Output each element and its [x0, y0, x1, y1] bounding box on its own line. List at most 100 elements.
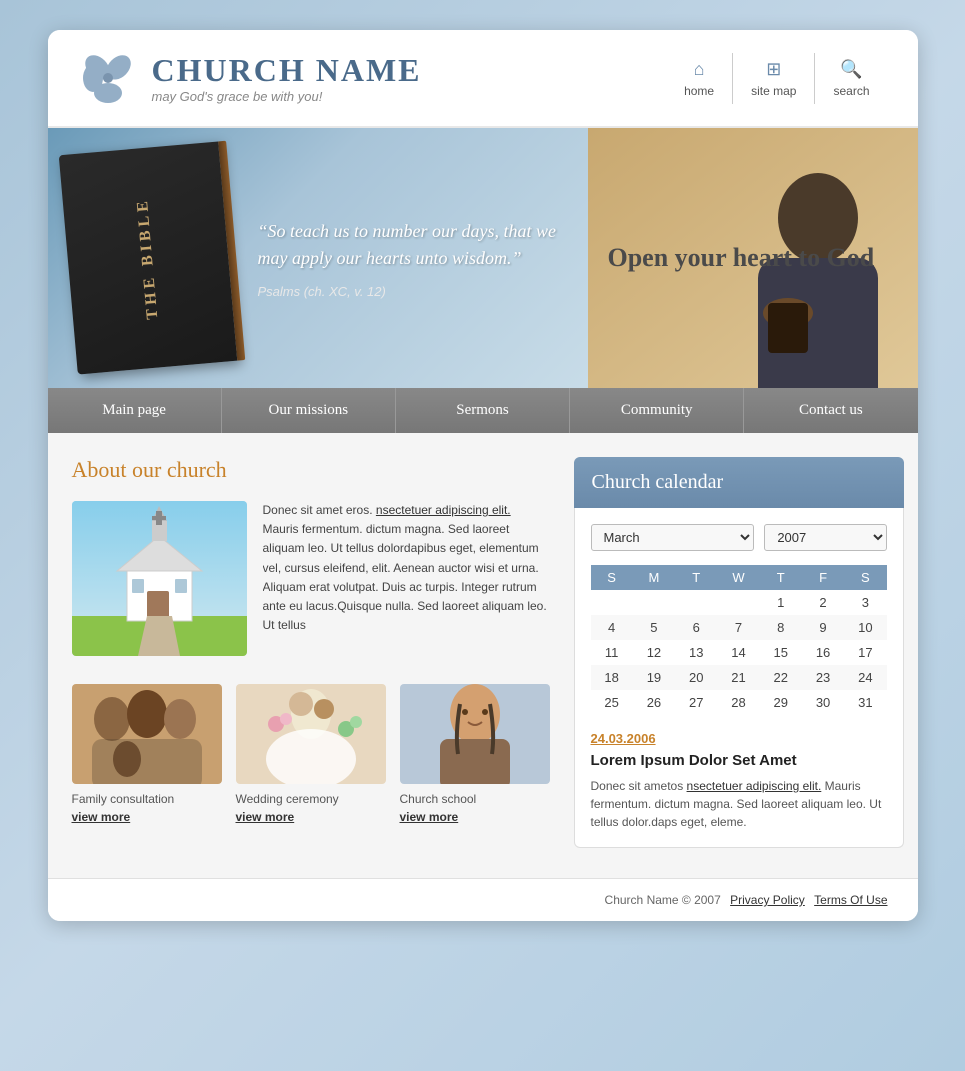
wedding-view-more[interactable]: view more [236, 810, 295, 824]
calendar-day[interactable]: 18 [591, 665, 633, 690]
nav-home[interactable]: ⌂ home [666, 53, 732, 104]
calendar-day[interactable]: 13 [675, 640, 717, 665]
copyright: Church Name © 2007 [605, 893, 721, 907]
about-link-1[interactable]: nsectetuer adipiscing elit. [376, 503, 511, 517]
calendar-day [675, 590, 717, 615]
calendar-day[interactable]: 26 [633, 690, 675, 715]
calendar-body: March 2007 S M T W T F [574, 508, 904, 848]
header-left: CHURCH NAME may God's grace be with you! [78, 48, 422, 108]
thumb-wedding: Wedding ceremony view more [236, 684, 386, 824]
calendar-day[interactable]: 25 [591, 690, 633, 715]
about-title: About our church [72, 457, 550, 483]
calendar-day[interactable]: 15 [760, 640, 802, 665]
hero-right-text: Open your heart to God [608, 241, 875, 275]
calendar-day[interactable]: 1 [760, 590, 802, 615]
calendar-day [717, 590, 759, 615]
day-f: F [802, 565, 844, 590]
calendar-row: 123 [591, 590, 887, 615]
thumb-family: Family consultation view more [72, 684, 222, 824]
family-photo [72, 684, 222, 784]
hero-quote: “So teach us to number our days, that we… [228, 198, 588, 319]
hero-left: THE BIBLE “So teach us to number our day… [48, 128, 588, 388]
school-label: Church school [400, 792, 477, 806]
year-select[interactable]: 2007 [764, 524, 886, 551]
header-text: CHURCH NAME may God's grace be with you! [152, 52, 422, 104]
calendar-day[interactable]: 7 [717, 615, 759, 640]
calendar-day[interactable]: 14 [717, 640, 759, 665]
about-text: Donec sit amet eros. nsectetuer adipisci… [263, 501, 550, 635]
calendar-table: S M T W T F S 12345678910111213141516171… [591, 565, 887, 715]
school-view-more[interactable]: view more [400, 810, 459, 824]
calendar-day[interactable]: 29 [760, 690, 802, 715]
day-s1: S [591, 565, 633, 590]
event-text-link[interactable]: nsectetuer adipiscing elit. [687, 779, 822, 793]
privacy-link[interactable]: Privacy Policy [730, 893, 805, 907]
calendar-day[interactable]: 21 [717, 665, 759, 690]
nav-sermons[interactable]: Sermons [396, 388, 570, 433]
calendar-day[interactable]: 3 [844, 590, 886, 615]
month-select[interactable]: March [591, 524, 755, 551]
page-wrapper: CHURCH NAME may God's grace be with you!… [48, 30, 918, 921]
calendar-day[interactable]: 12 [633, 640, 675, 665]
calendar-day[interactable]: 6 [675, 615, 717, 640]
hero-quote-text: “So teach us to number our days, that we… [258, 218, 558, 272]
calendar-day[interactable]: 19 [633, 665, 675, 690]
nav-search[interactable]: 🔍 search [814, 53, 887, 104]
calendar-row: 18192021222324 [591, 665, 887, 690]
church-illustration [72, 501, 247, 656]
family-view-more[interactable]: view more [72, 810, 131, 824]
calendar-day [633, 590, 675, 615]
bible-book: THE BIBLE [58, 141, 237, 374]
header-nav: ⌂ home ⊞ site map 🔍 search [666, 53, 887, 104]
calendar-day[interactable]: 4 [591, 615, 633, 640]
nav-sitemap[interactable]: ⊞ site map [732, 53, 814, 104]
main-nav: Main page Our missions Sermons Community… [48, 388, 918, 433]
footer: Church Name © 2007 Privacy Policy Terms … [48, 878, 918, 921]
day-w: W [717, 565, 759, 590]
calendar-dates: 1234567891011121314151617181920212223242… [591, 590, 887, 715]
left-column: About our church [72, 457, 574, 848]
nav-contact-us[interactable]: Contact us [744, 388, 917, 433]
event-date-link[interactable]: 24.03.2006 [591, 731, 887, 746]
content-area: About our church [48, 433, 918, 878]
event-title: Lorem Ipsum Dolor Set Amet [591, 752, 887, 769]
calendar-day[interactable]: 23 [802, 665, 844, 690]
right-column: Church calendar March 2007 S M [574, 457, 904, 848]
terms-link[interactable]: Terms Of Use [814, 893, 887, 907]
day-t2: T [760, 565, 802, 590]
wedding-label: Wedding ceremony [236, 792, 339, 806]
about-content: Donec sit amet eros. nsectetuer adipisci… [72, 501, 550, 666]
hero-citation: Psalms (ch. XC, v. 12) [258, 284, 558, 299]
nav-community[interactable]: Community [570, 388, 744, 433]
home-icon: ⌂ [694, 59, 705, 80]
calendar-day[interactable]: 24 [844, 665, 886, 690]
calendar-day[interactable]: 16 [802, 640, 844, 665]
church-photo [72, 501, 247, 656]
school-photo [400, 684, 550, 784]
calendar-day[interactable]: 11 [591, 640, 633, 665]
site-title: CHURCH NAME [152, 52, 422, 89]
calendar-day[interactable]: 27 [675, 690, 717, 715]
calendar-day[interactable]: 10 [844, 615, 886, 640]
day-t1: T [675, 565, 717, 590]
hero-banner: THE BIBLE “So teach us to number our day… [48, 128, 918, 388]
calendar-day[interactable]: 5 [633, 615, 675, 640]
calendar-day[interactable]: 31 [844, 690, 886, 715]
calendar-day[interactable]: 20 [675, 665, 717, 690]
sitemap-icon: ⊞ [766, 59, 781, 80]
calendar-day[interactable]: 28 [717, 690, 759, 715]
calendar-title: Church calendar [574, 457, 904, 508]
calendar-day[interactable]: 30 [802, 690, 844, 715]
calendar-day [591, 590, 633, 615]
nav-our-missions[interactable]: Our missions [222, 388, 396, 433]
calendar-day[interactable]: 8 [760, 615, 802, 640]
day-s2: S [844, 565, 886, 590]
calendar-day[interactable]: 9 [802, 615, 844, 640]
nav-main-page[interactable]: Main page [48, 388, 222, 433]
calendar-controls: March 2007 [591, 524, 887, 551]
calendar-day[interactable]: 22 [760, 665, 802, 690]
calendar-day[interactable]: 17 [844, 640, 886, 665]
calendar-row: 11121314151617 [591, 640, 887, 665]
calendar-day[interactable]: 2 [802, 590, 844, 615]
thumbnails: Family consultation view more [72, 684, 550, 824]
